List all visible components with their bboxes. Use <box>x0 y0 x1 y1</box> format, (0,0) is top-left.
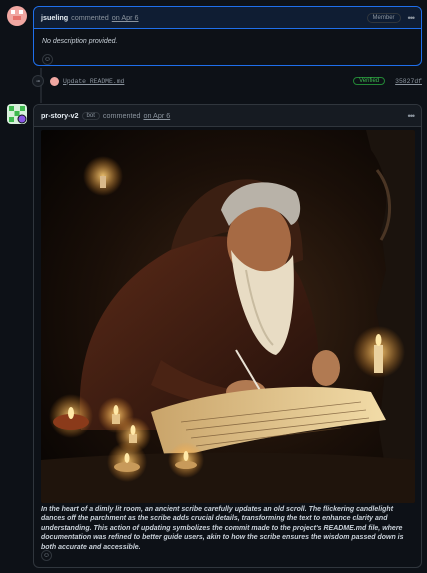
comment-date-link[interactable]: on Apr 6 <box>112 13 139 22</box>
story-text: In the heart of a dimly lit room, an anc… <box>41 506 404 551</box>
reaction-row: ☺ <box>41 550 52 561</box>
commit-avatar[interactable] <box>50 76 59 86</box>
comment-card-jsueling: jsueling commented on Apr 6 Member ••• N… <box>33 6 422 66</box>
kebab-icon[interactable]: ••• <box>408 111 416 121</box>
comment-date-link[interactable]: on Apr 6 <box>143 111 170 120</box>
comment-card-pr-story: pr-story-v2 bot commented on Apr 6 ••• I… <box>33 104 422 568</box>
avatar-jsueling[interactable] <box>7 6 27 26</box>
smiley-icon[interactable]: ☺ <box>42 54 53 66</box>
comment-body: No description provided. <box>42 38 118 45</box>
scribe-illustration <box>41 130 415 503</box>
kebab-icon[interactable]: ••• <box>408 13 416 23</box>
avatar-pr-story-v2[interactable] <box>7 104 27 124</box>
comment-action: commented <box>71 13 109 22</box>
commit-message-link[interactable]: Update README.md <box>63 78 124 85</box>
smiley-icon[interactable]: ☺ <box>41 550 52 561</box>
comment-action: commented <box>102 111 141 120</box>
reaction-row: ☺ <box>34 54 421 66</box>
commit-icon: ⊸ <box>32 75 44 87</box>
author-name[interactable]: pr-story-v2 <box>41 111 79 120</box>
comment-header: jsueling commented on Apr 6 Member ••• <box>34 7 421 29</box>
commit-sha-link[interactable]: 35827df <box>395 78 422 85</box>
commit-row: ⊸ Update README.md Verified 35827df <box>32 74 422 88</box>
comment-header: pr-story-v2 bot commented on Apr 6 ••• <box>34 105 421 127</box>
bot-badge: bot <box>81 111 100 120</box>
verified-badge[interactable]: Verified <box>353 77 386 85</box>
author-name[interactable]: jsueling <box>41 13 68 22</box>
member-badge: Member <box>366 12 401 23</box>
